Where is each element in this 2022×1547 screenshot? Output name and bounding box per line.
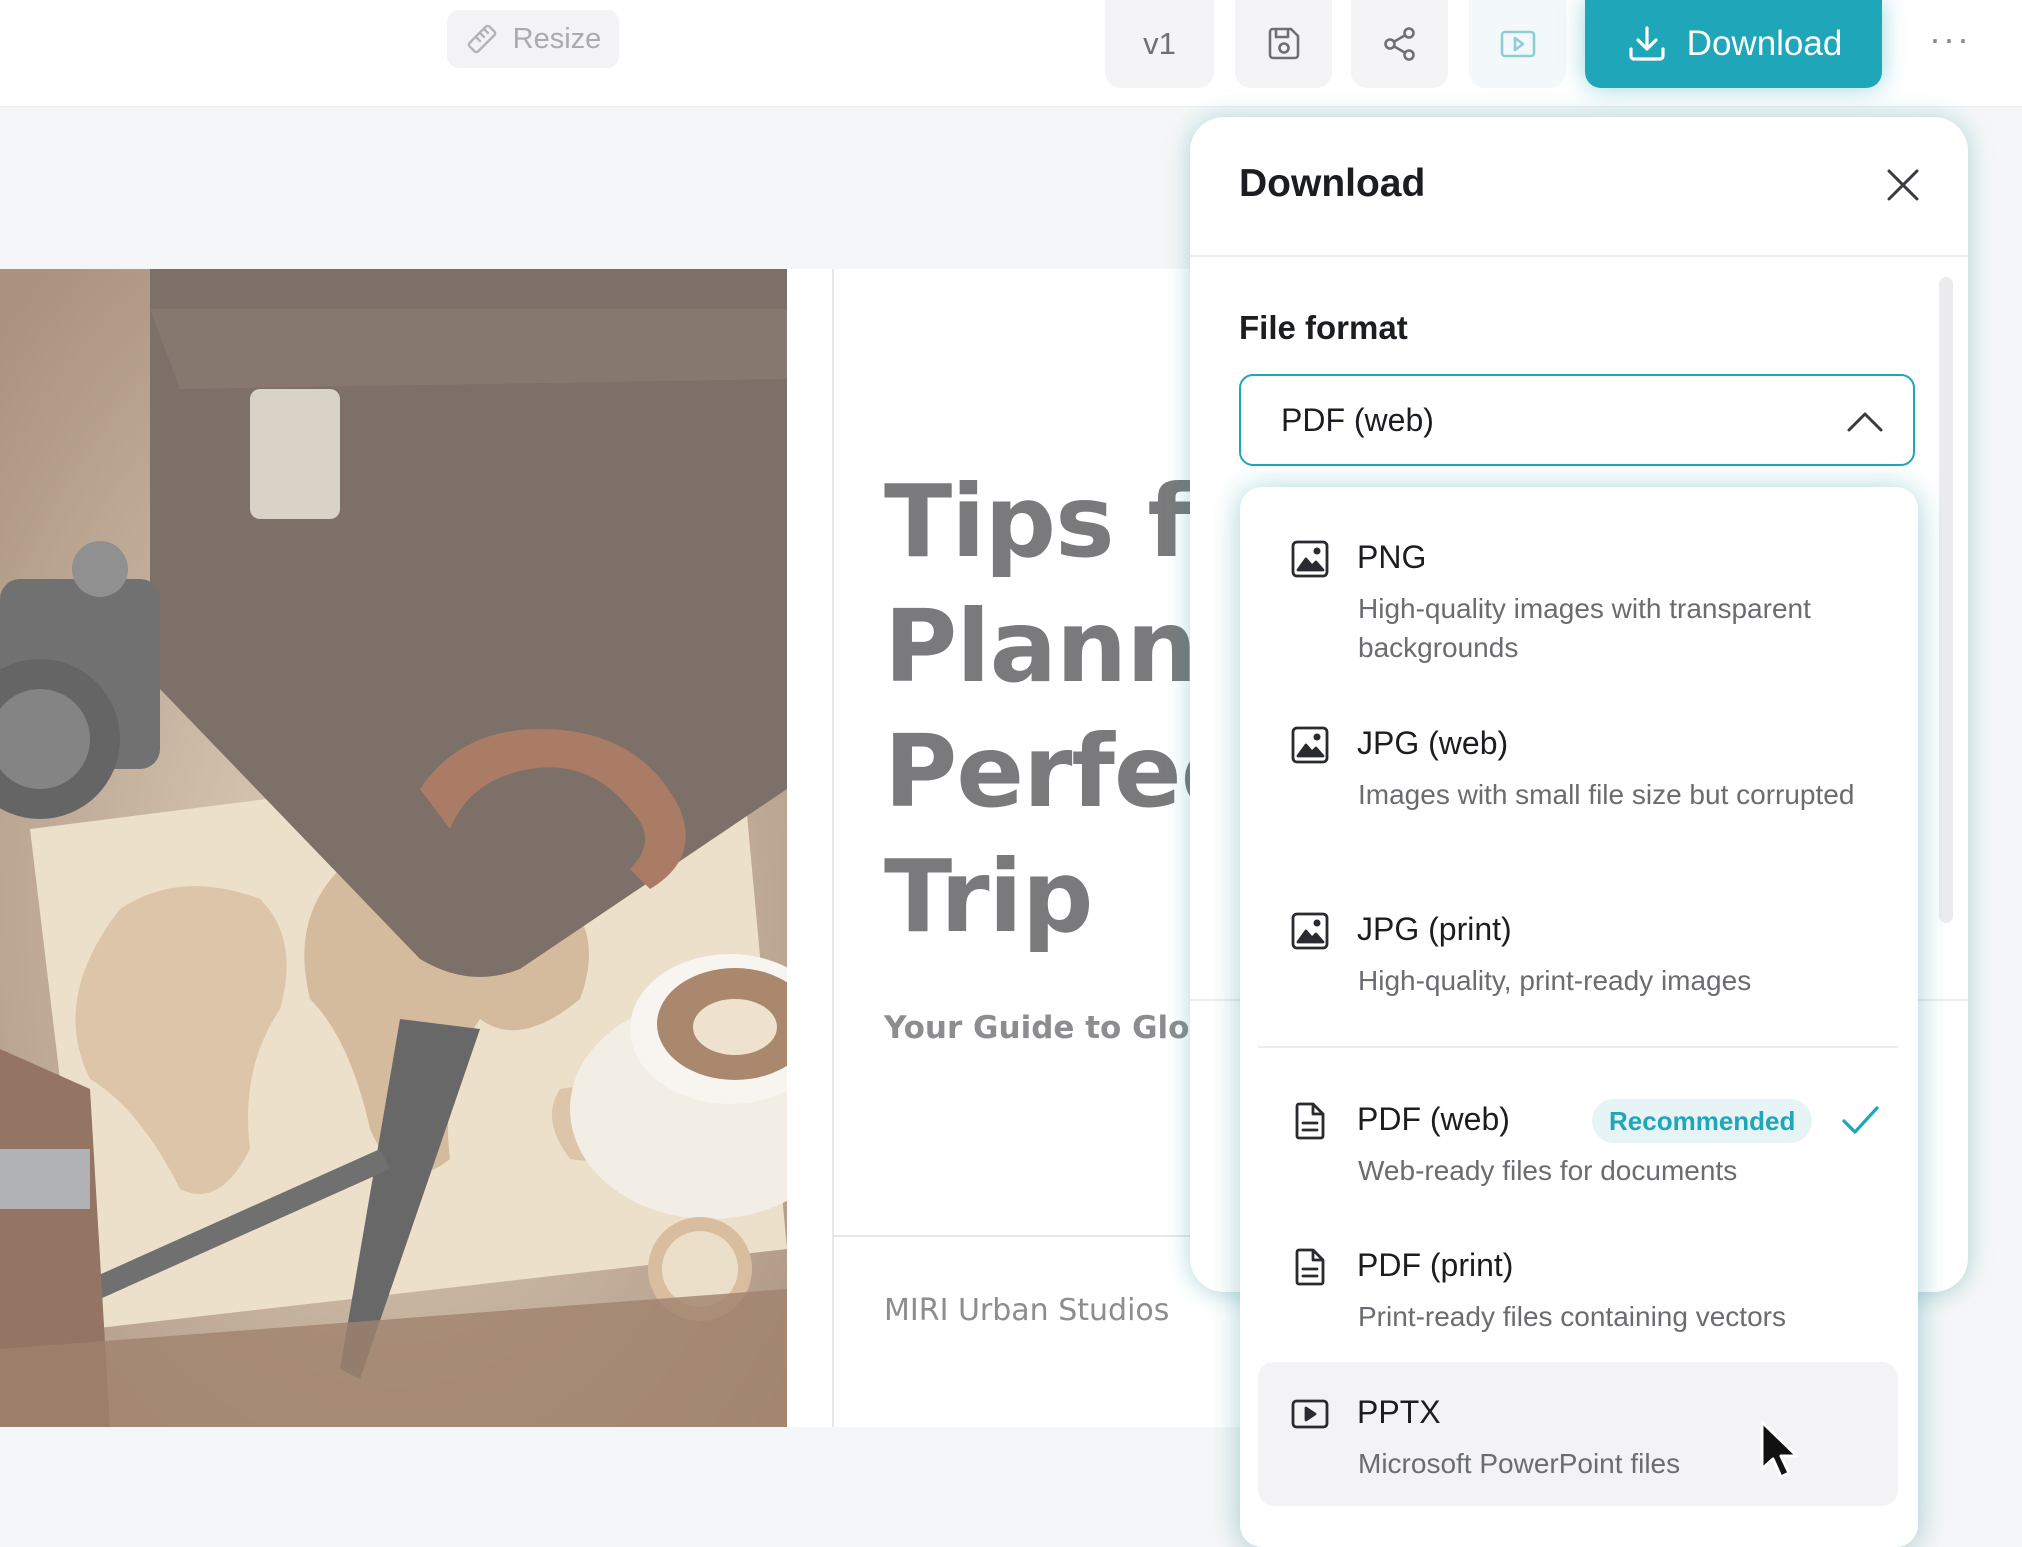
chevron-up-icon	[1847, 412, 1883, 432]
format-name: JPG (web)	[1357, 725, 1509, 761]
format-description: High-quality, print-ready images	[1358, 965, 1752, 996]
file-format-value: PDF (web)	[1281, 402, 1434, 438]
format-option-png[interactable]: PNG High-quality images with transparent…	[1258, 519, 1898, 681]
file-format-dropdown: PNG High-quality images with transparent…	[1240, 487, 1918, 1547]
download-panel-header: Download	[1190, 117, 1968, 257]
share-button[interactable]	[1351, 0, 1448, 88]
more-icon: ···	[1929, 18, 1971, 59]
image-icon	[1291, 726, 1329, 764]
format-description: Print-ready files containing vectors	[1358, 1301, 1786, 1332]
download-icon	[1629, 26, 1665, 61]
resize-label: Resize	[512, 22, 602, 55]
play-icon	[1500, 30, 1535, 58]
save-button[interactable]	[1235, 0, 1332, 88]
format-name: PNG	[1357, 539, 1427, 575]
travel-photo	[0, 269, 787, 1427]
format-option-pdf-web[interactable]: PDF (web) Recommended Web-ready files fo…	[1258, 1077, 1898, 1201]
version-label: v1	[1143, 26, 1176, 61]
image-icon	[1291, 912, 1329, 950]
close-button[interactable]	[1881, 163, 1925, 207]
format-option-jpg-print[interactable]: JPG (print) High-quality, print-ready im…	[1258, 891, 1898, 1015]
document-icon	[1295, 1248, 1325, 1286]
mouse-cursor-icon	[1760, 1420, 1799, 1479]
design-canvas[interactable]: Tips fo Plann Perfec Trip Your Guide to …	[0, 269, 1300, 1427]
format-name: JPG (print)	[1357, 911, 1512, 947]
presentation-icon	[1291, 1399, 1329, 1429]
download-panel-title: Download	[1239, 162, 1426, 205]
close-icon	[1887, 169, 1919, 201]
format-option-pptx[interactable]: PPTX Microsoft PowerPoint files	[1258, 1362, 1898, 1506]
format-description: Web-ready files for documents	[1358, 1155, 1738, 1186]
document-icon	[1295, 1102, 1325, 1140]
format-name: PDF (print)	[1357, 1247, 1514, 1283]
recommended-badge: Recommended	[1592, 1099, 1813, 1143]
format-option-jpg-web[interactable]: JPG (web) Images with small file size bu…	[1258, 705, 1898, 867]
format-option-pdf-print[interactable]: PDF (print) Print-ready files containing…	[1258, 1225, 1898, 1349]
photo-fade-overlay	[0, 269, 787, 1427]
resize-button[interactable]: Resize	[447, 10, 619, 68]
download-label: Download	[1686, 24, 1843, 63]
more-options-button[interactable]: ···	[1920, 14, 1980, 64]
top-toolbar: Resize v1 Download ···	[0, 0, 2022, 107]
panel-scrollbar[interactable]	[1939, 277, 1953, 923]
present-button[interactable]	[1469, 0, 1566, 88]
layout-divider-vertical	[832, 269, 834, 1427]
save-icon	[1268, 27, 1299, 60]
format-name: PDF (web)	[1357, 1101, 1510, 1137]
format-group-divider	[1258, 1046, 1898, 1048]
file-format-select[interactable]: PDF (web)	[1239, 374, 1915, 466]
checkmark-icon	[1842, 1106, 1879, 1134]
version-button[interactable]: v1	[1105, 0, 1214, 88]
image-icon	[1291, 540, 1329, 578]
format-name: PPTX	[1357, 1394, 1441, 1430]
download-button[interactable]: Download	[1585, 0, 1882, 88]
share-icon	[1383, 27, 1415, 61]
ruler-icon	[467, 24, 496, 54]
file-format-label: File format	[1239, 309, 1408, 346]
format-description: Images with small file size but corrupte…	[1358, 779, 1855, 810]
format-description: High-quality images with transparent bac…	[1358, 593, 1811, 663]
